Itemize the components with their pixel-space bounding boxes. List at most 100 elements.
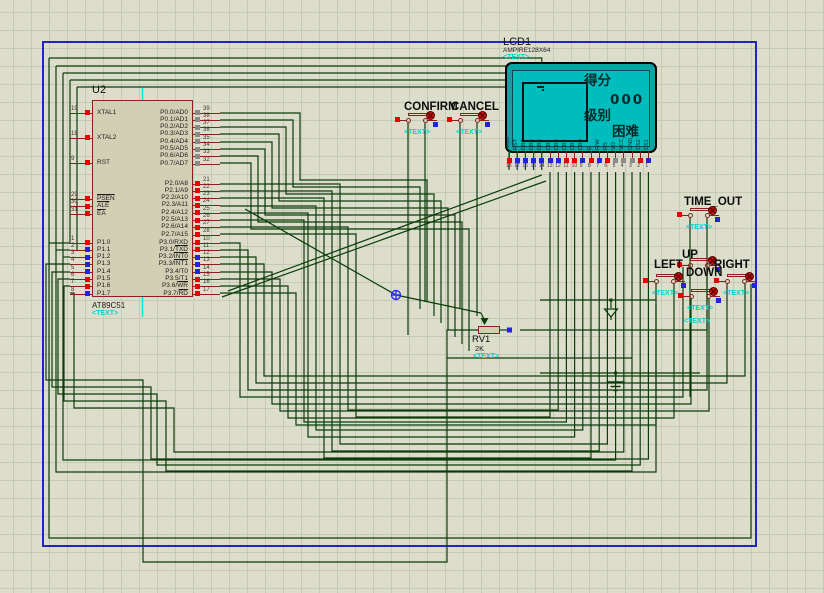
lcd-pin-stub bbox=[615, 151, 616, 158]
lcd-pin-number: 3 bbox=[629, 164, 632, 169]
button-knob-left[interactable] bbox=[674, 272, 683, 281]
lcd-pin-number: 12 bbox=[555, 164, 561, 169]
pin-state-square bbox=[85, 196, 90, 201]
button-text-placeholder: <TEXT> bbox=[404, 129, 430, 136]
button-text-placeholder: <TEXT> bbox=[687, 305, 713, 312]
lcd-pin-stub bbox=[533, 151, 534, 158]
pin-state-square bbox=[195, 277, 200, 282]
lcd-pin-stub bbox=[599, 151, 600, 158]
schematic-canvas[interactable]: U2 AT89C51 <TEXT> LCD1 AMPIRE128X64 <TEX… bbox=[0, 0, 824, 593]
pot-value: 2K bbox=[475, 344, 484, 353]
mcu-pin-label: P2.6/A14 bbox=[100, 224, 188, 231]
lcd-pin-label: -Vout bbox=[506, 126, 512, 150]
pin-state-square bbox=[195, 255, 200, 260]
lcd-pin-number: 11 bbox=[563, 164, 568, 169]
mcu-pin-number: 21 bbox=[203, 177, 210, 183]
mcu-pin-number: 9 bbox=[71, 156, 74, 162]
pin-state-square bbox=[195, 139, 200, 144]
pin-state-square bbox=[195, 154, 200, 159]
button-actuator bbox=[690, 258, 709, 261]
lcd-pin-number: 15 bbox=[531, 164, 537, 169]
button-blue-square bbox=[485, 122, 490, 127]
lcd-pin-number: 9 bbox=[580, 164, 583, 169]
mcu-pin-number: 11 bbox=[203, 243, 209, 249]
button-label-left: LEFT bbox=[654, 259, 683, 271]
pin-state-square bbox=[195, 262, 200, 267]
button-knob-right[interactable] bbox=[745, 272, 754, 281]
pin-state-square bbox=[195, 132, 200, 137]
mcu-pin-number: 37 bbox=[203, 120, 210, 126]
lcd-pin-stub bbox=[640, 151, 641, 158]
pot-body[interactable] bbox=[478, 326, 500, 334]
mcu-pin-label: P2.7/A15 bbox=[100, 232, 188, 239]
button-knob-cancel[interactable] bbox=[478, 111, 487, 120]
lcd-score-value: 000 bbox=[610, 94, 644, 108]
lcd-pin-stub bbox=[607, 151, 608, 158]
mcu-pin-number: 36 bbox=[203, 127, 210, 133]
mcu-pin-number: 38 bbox=[203, 113, 210, 119]
mcu-part: AT89C51 bbox=[92, 301, 125, 310]
mcu-pin-label: P3.6/WR bbox=[100, 283, 188, 290]
lcd-pin-label: DB6 bbox=[530, 126, 536, 150]
pin-state-square bbox=[195, 291, 200, 296]
mcu-pin-number: 2 bbox=[71, 243, 74, 249]
lcd-pin-label: CS1 bbox=[645, 126, 651, 150]
pin-state-square bbox=[195, 247, 200, 252]
mcu-pin-number: 6 bbox=[71, 272, 74, 278]
lcd-part: AMPIRE128X64 bbox=[503, 47, 550, 54]
pin-state-square bbox=[85, 284, 90, 289]
button-knob-down[interactable] bbox=[709, 287, 718, 296]
button-state-square bbox=[395, 117, 400, 122]
lcd-pin-stub bbox=[509, 151, 510, 158]
junction-dot bbox=[614, 372, 617, 375]
pin-state-square bbox=[195, 161, 200, 166]
button-text-placeholder: <TEXT> bbox=[686, 224, 712, 231]
lcd-pin-stub bbox=[550, 151, 551, 158]
pin-state-square bbox=[195, 218, 200, 223]
mcu-pin-number: 29 bbox=[71, 192, 78, 198]
mcu-pin-number: 13 bbox=[203, 257, 210, 263]
lcd-pin-label: DB5 bbox=[538, 126, 544, 150]
lcd-pin-stub bbox=[541, 151, 542, 158]
mcu-pin-number: 23 bbox=[203, 191, 210, 197]
pin-state-square bbox=[85, 160, 90, 165]
pot-wiper-arrow-icon bbox=[481, 318, 489, 325]
mcu-pin-number: 34 bbox=[203, 142, 210, 148]
mcu-pin-number: 22 bbox=[203, 184, 210, 190]
mcu-pin-number: 17 bbox=[203, 287, 210, 293]
lcd-pin-label: VCC bbox=[620, 126, 626, 150]
button-blue-square bbox=[433, 122, 438, 127]
pin-state-square bbox=[85, 262, 90, 267]
mcu-pin-number: 24 bbox=[203, 198, 210, 204]
pin-state-square bbox=[195, 125, 200, 130]
lcd-pin-label: DB7 bbox=[522, 126, 528, 150]
lcd-pin-stub bbox=[632, 151, 633, 158]
lcd-pin-number: 7 bbox=[596, 164, 599, 169]
lcd-pin-stub bbox=[582, 151, 583, 158]
mcu-pin-label: P0.3/AD3 bbox=[100, 131, 188, 138]
mcu-pin-number: 15 bbox=[203, 272, 210, 278]
pin-state-square bbox=[195, 117, 200, 122]
pin-state-square bbox=[85, 269, 90, 274]
button-knob-confirm[interactable] bbox=[426, 111, 435, 120]
mcu-pin-number: 1 bbox=[71, 236, 74, 242]
button-knob-time_out[interactable] bbox=[708, 206, 717, 215]
lcd-pin-number: 4 bbox=[621, 164, 624, 169]
pin-state-square bbox=[85, 291, 90, 296]
pin-state-square bbox=[195, 188, 200, 193]
mcu-pin-number: 18 bbox=[71, 131, 78, 137]
lcd-pin-stub bbox=[623, 151, 624, 158]
lcd-level-label: 级别 bbox=[584, 110, 611, 124]
mcu-pin-number: 7 bbox=[71, 279, 74, 285]
lcd-pin-label: DB3 bbox=[555, 126, 561, 150]
pin-state-square bbox=[195, 196, 200, 201]
mcu-pin-number: 16 bbox=[203, 279, 210, 285]
button-actuator bbox=[460, 113, 479, 116]
pin-state-square bbox=[85, 211, 90, 216]
lcd-pin-number: 14 bbox=[539, 164, 545, 169]
mcu-pin-number: 30 bbox=[71, 199, 78, 205]
pin-state-square bbox=[85, 247, 90, 252]
pin-state-square bbox=[195, 181, 200, 186]
lcd-pin-number: 10 bbox=[572, 164, 578, 169]
lcd-pin-stub bbox=[591, 151, 592, 158]
